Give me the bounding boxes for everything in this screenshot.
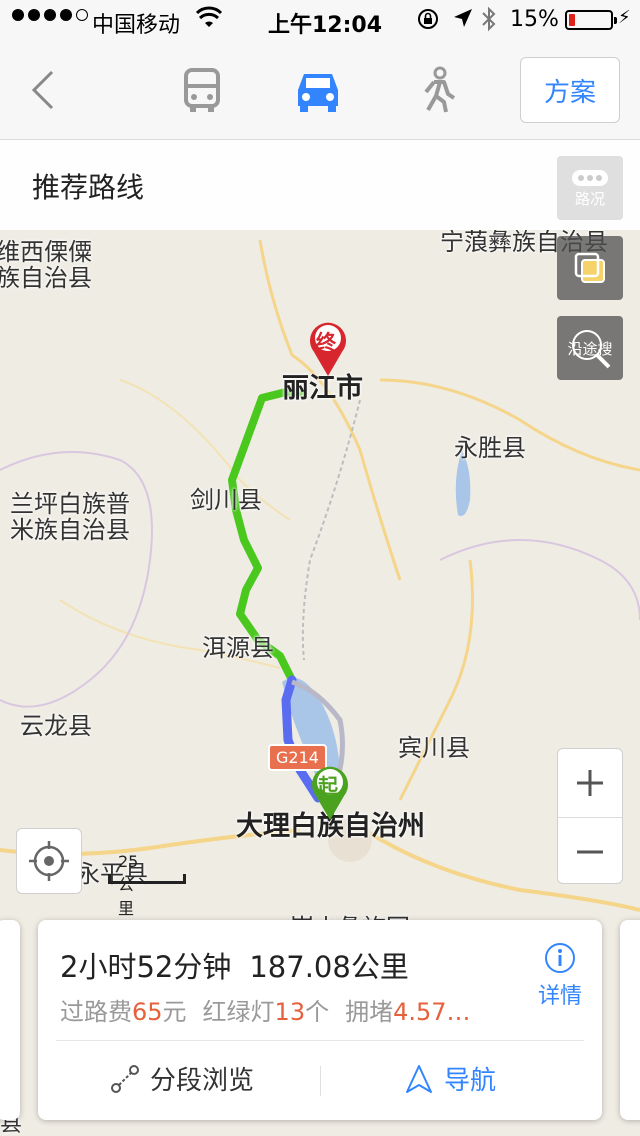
car-mode-button[interactable]: [294, 66, 342, 114]
end-marker: 终: [306, 318, 350, 378]
navigate-button[interactable]: 导航: [404, 1060, 496, 1097]
chevron-left-icon: [31, 70, 54, 110]
end-marker-label: 终: [316, 330, 336, 354]
wifi-icon: [195, 6, 223, 36]
map-label-weixi-2: 族自治县: [0, 264, 92, 292]
minus-icon: [577, 850, 603, 853]
traffic-lights-value: 13: [274, 998, 306, 1026]
map-label-lanping-2: 米族自治县: [10, 516, 130, 544]
along-route-search-label: 沿途搜: [567, 339, 613, 358]
navigation-arrow-icon: [406, 1064, 432, 1093]
car-icon: [298, 74, 338, 112]
bus-icon: [184, 68, 220, 112]
route-summary: 2小时52分钟 187.08公里: [60, 944, 409, 986]
scale-bar: [108, 874, 186, 884]
zoom-out-button[interactable]: [558, 817, 622, 885]
map-label-jianchuan: 剑川县: [190, 486, 262, 514]
congestion-value: 4.57…: [393, 998, 471, 1026]
route-segments-icon: [111, 1064, 139, 1093]
next-route-card[interactable]: [620, 920, 640, 1120]
navigate-label: 导航: [444, 1066, 497, 1096]
boundary-line: [439, 539, 640, 621]
action-separator: [320, 1066, 321, 1096]
walk-mode-button[interactable]: [414, 66, 462, 114]
traffic-light-icon: [572, 169, 608, 186]
map-label-binchuan: 宾川县: [398, 734, 470, 762]
traffic-toggle-button[interactable]: 路况: [557, 156, 623, 220]
map-label-yunlong: 云龙县: [20, 712, 92, 740]
charging-bolt-icon: ⚡: [618, 7, 631, 28]
nav-bar: 方案: [0, 40, 640, 140]
previous-route-card[interactable]: [0, 920, 20, 1120]
details-label: 详情: [537, 984, 582, 1009]
rotation-lock-icon: [416, 7, 440, 37]
plus-icon: [577, 770, 603, 796]
signal-strength-icon: [12, 9, 88, 21]
route-distance: 187.08公里: [249, 950, 409, 984]
zoom-control: [557, 748, 623, 884]
road: [258, 239, 402, 581]
info-icon: [545, 943, 575, 973]
back-button[interactable]: [22, 66, 62, 114]
map-label-eryuan: 洱源县: [202, 634, 274, 662]
toll-unit: 元: [162, 998, 187, 1026]
walk-icon: [424, 66, 456, 113]
congestion-label: 拥堵: [345, 998, 394, 1026]
route-summary-card[interactable]: 2小时52分钟 187.08公里 过路费65元 红绿灯13个 拥堵4.57… 详情 分…: [38, 920, 602, 1120]
crosshair-icon: [29, 841, 69, 881]
locate-me-button[interactable]: [16, 828, 82, 894]
status-bar: 中国移动 上午12:04 15% ⚡: [0, 0, 640, 40]
traffic-label: 路况: [574, 189, 605, 208]
clock: 上午12:04: [268, 13, 383, 38]
layers-icon: [574, 252, 605, 283]
location-arrow-icon: [452, 7, 474, 35]
traffic-lights-unit: 个: [305, 998, 330, 1026]
scale-label: 25公里: [118, 852, 139, 918]
traffic-lights-label: 红绿灯: [202, 998, 275, 1026]
battery-icon: [565, 10, 617, 30]
toll-label: 过路费: [60, 998, 132, 1026]
route-duration: 2小时52分钟: [60, 950, 232, 984]
map-label-yongsheng: 永胜县: [454, 434, 526, 462]
battery-percent: 15%: [510, 7, 559, 32]
details-button[interactable]: 详情: [530, 942, 590, 1010]
zoom-in-button[interactable]: [558, 749, 622, 817]
recommended-route-bar: 推荐路线: [0, 140, 640, 230]
toll-value: 65: [132, 998, 163, 1026]
road: [301, 399, 361, 661]
route-meta: 过路费65元 红绿灯13个 拥堵4.57…: [60, 992, 471, 1027]
card-divider: [56, 1040, 584, 1041]
along-route-search-button[interactable]: 沿途搜: [557, 316, 623, 380]
carrier-name: 中国移动: [92, 13, 181, 38]
start-marker: 起: [308, 762, 352, 822]
segment-browse-label: 分段浏览: [150, 1066, 255, 1096]
bus-mode-button[interactable]: [178, 66, 226, 114]
start-marker-label: 起: [318, 774, 338, 798]
segment-browse-button[interactable]: 分段浏览: [110, 1060, 254, 1097]
road: [398, 559, 474, 801]
recommended-route-title: 推荐路线: [32, 171, 145, 204]
plan-button[interactable]: 方案: [520, 57, 620, 123]
bluetooth-icon: [480, 6, 498, 38]
layers-button[interactable]: [557, 236, 623, 300]
